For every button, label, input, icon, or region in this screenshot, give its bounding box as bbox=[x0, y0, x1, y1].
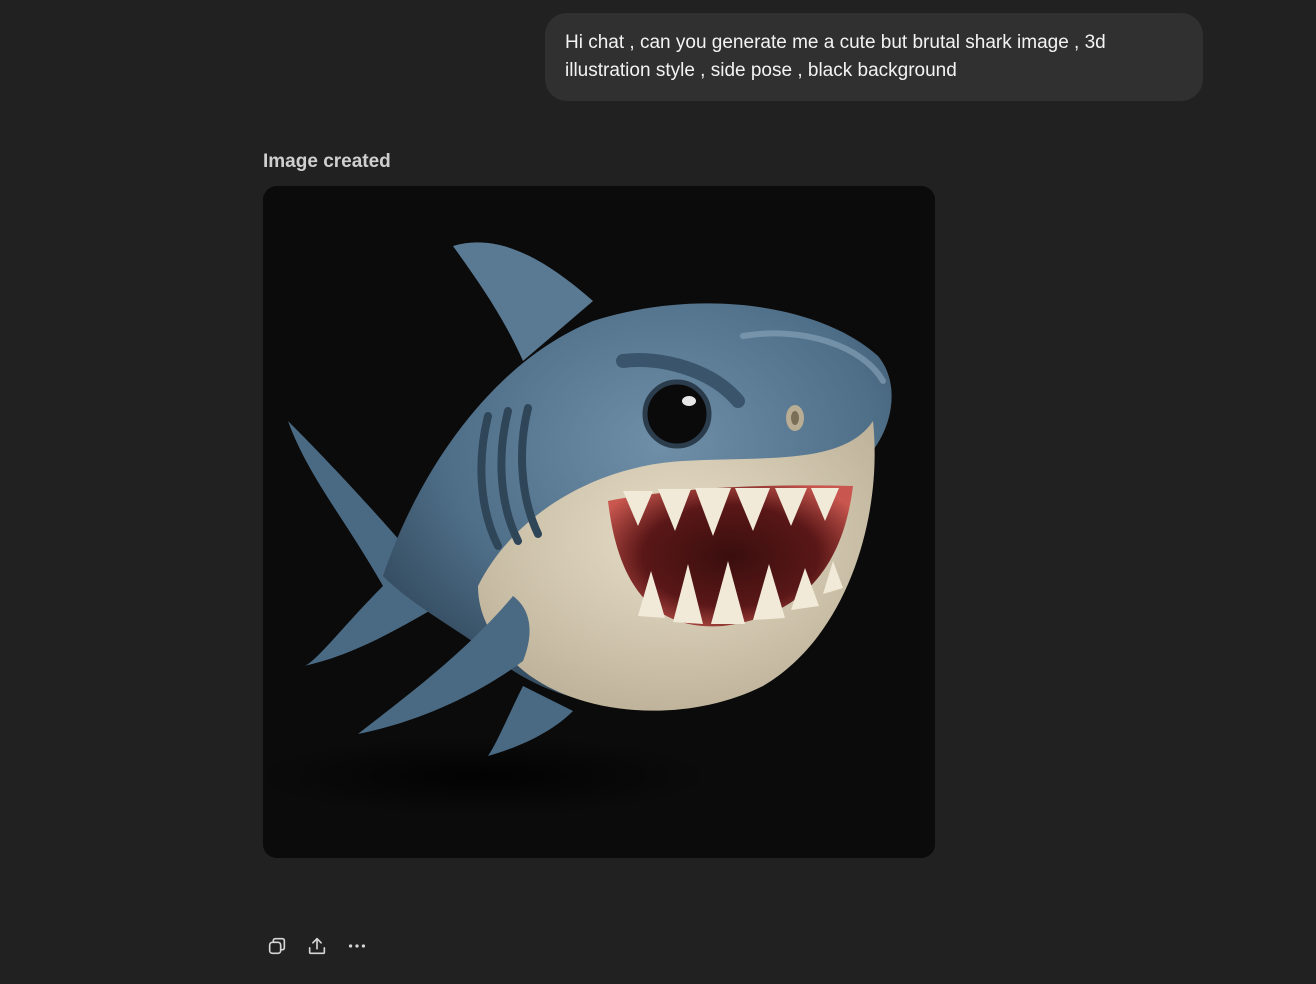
user-message-bubble: Hi chat , can you generate me a cute but… bbox=[545, 13, 1203, 101]
copy-icon bbox=[268, 937, 286, 955]
chat-page: Hi chat , can you generate me a cute but… bbox=[0, 0, 1316, 984]
generated-image[interactable] bbox=[263, 186, 935, 858]
more-options-button[interactable] bbox=[342, 931, 372, 961]
image-created-label: Image created bbox=[263, 151, 391, 172]
shark-illustration-icon bbox=[263, 186, 935, 858]
message-actions bbox=[262, 932, 372, 960]
share-icon bbox=[308, 937, 326, 955]
copy-button[interactable] bbox=[262, 931, 292, 961]
user-message-text: Hi chat , can you generate me a cute but… bbox=[565, 32, 1106, 81]
more-icon bbox=[348, 944, 366, 948]
share-button[interactable] bbox=[302, 931, 332, 961]
